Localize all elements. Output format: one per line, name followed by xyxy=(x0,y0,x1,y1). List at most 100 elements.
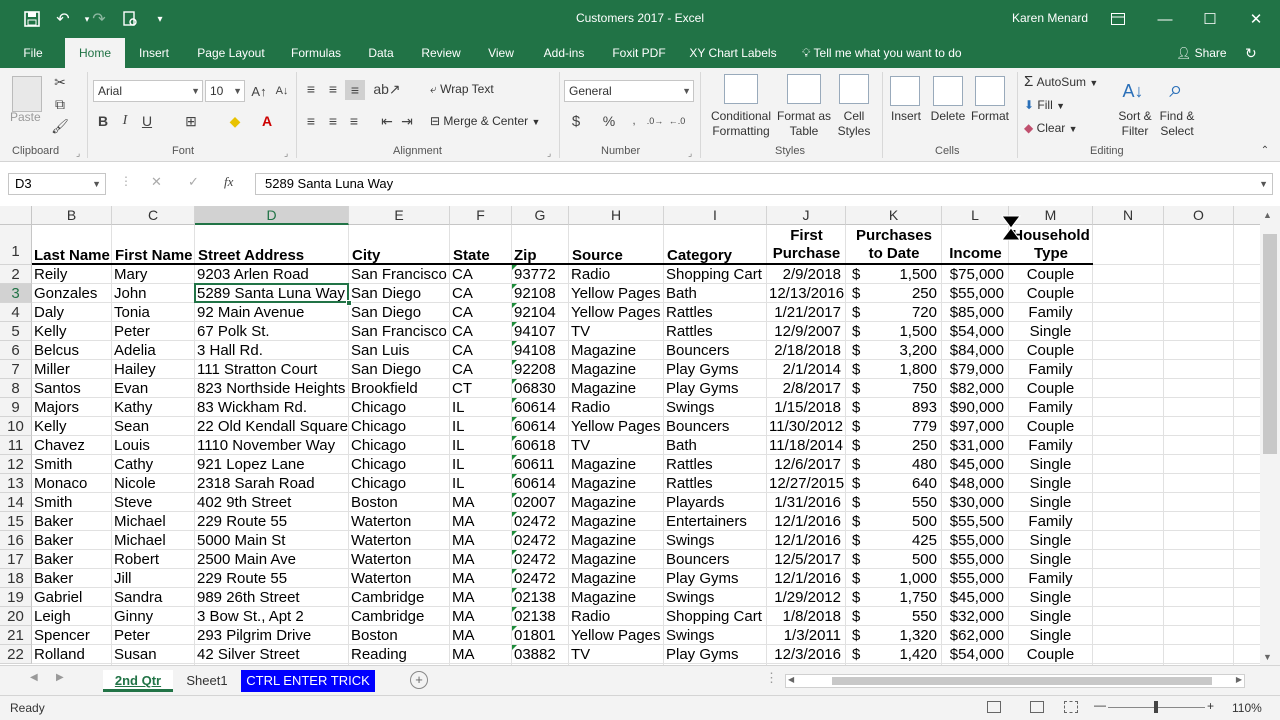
cell-first[interactable]: John xyxy=(112,284,194,303)
cell-zip[interactable]: 02138 xyxy=(512,588,568,607)
error-indicator-icon[interactable] xyxy=(512,417,517,422)
user-name[interactable]: Karen Menard xyxy=(1012,11,1088,25)
vertical-scroll-thumb[interactable] xyxy=(1263,234,1277,454)
cell-date[interactable]: 12/3/2016 xyxy=(767,645,845,664)
cell-source[interactable]: Radio xyxy=(569,398,663,417)
error-indicator-icon[interactable] xyxy=(512,588,517,593)
sort-filter-button[interactable]: Sort & Filter xyxy=(1113,109,1157,139)
cell-date[interactable]: 11/18/2014 xyxy=(767,436,845,455)
column-header[interactable]: G xyxy=(512,206,569,225)
cell-income[interactable]: $45,000 xyxy=(942,588,1008,607)
cell-last[interactable]: Spencer xyxy=(32,626,111,645)
cell-category[interactable]: Rattles xyxy=(664,303,766,322)
cell-income[interactable]: $30,000 xyxy=(942,493,1008,512)
cell-category[interactable]: Play Gyms xyxy=(664,569,766,588)
fill-color-icon[interactable]: ◆ xyxy=(226,112,244,130)
font-color-icon[interactable]: A xyxy=(258,112,276,130)
error-indicator-icon[interactable] xyxy=(512,626,517,631)
cell-source[interactable]: Magazine xyxy=(569,360,663,379)
cell-income[interactable]: $82,000 xyxy=(942,379,1008,398)
cell-zip[interactable]: 60614 xyxy=(512,474,568,493)
cell-source[interactable]: Yellow Pages xyxy=(569,626,663,645)
cell-city[interactable]: Waterton xyxy=(349,550,449,569)
tab-formulas[interactable]: Formulas xyxy=(284,38,348,68)
row-header[interactable]: 22 xyxy=(0,645,32,664)
row-header[interactable]: 8 xyxy=(0,379,32,398)
tab-add-ins[interactable]: Add-ins xyxy=(536,38,592,68)
cell-category[interactable]: Bouncers xyxy=(664,341,766,360)
cell-city[interactable]: Chicago xyxy=(349,436,449,455)
cell-zip[interactable]: 92104 xyxy=(512,303,568,322)
sheet-tab-2nd-qtr[interactable]: 2nd Qtr xyxy=(103,670,173,692)
column-header[interactable] xyxy=(1234,206,1260,225)
cell-category[interactable]: Shopping Cart C xyxy=(664,607,766,626)
cell-first[interactable]: Sean xyxy=(112,417,194,436)
grow-font-icon[interactable]: A↑ xyxy=(250,82,268,100)
cell-type[interactable]: Couple xyxy=(1009,417,1092,436)
cell-zip[interactable]: 94108 xyxy=(512,341,568,360)
cell-source[interactable]: TV xyxy=(569,436,663,455)
cell-type[interactable]: Single xyxy=(1009,531,1092,550)
row-header[interactable]: 7 xyxy=(0,360,32,379)
cell-source[interactable]: Magazine xyxy=(569,379,663,398)
cell-state[interactable]: MA xyxy=(450,512,511,531)
cell-zip[interactable]: 94107 xyxy=(512,322,568,341)
cell-first[interactable]: Michael xyxy=(112,512,194,531)
cell-street[interactable]: 402 9th Street xyxy=(195,493,348,512)
error-indicator-icon[interactable] xyxy=(512,493,517,498)
tab-data[interactable]: Data xyxy=(362,38,400,68)
align-middle-icon[interactable]: ≡ xyxy=(324,80,342,98)
cell-state[interactable]: IL xyxy=(450,417,511,436)
error-indicator-icon[interactable] xyxy=(512,474,517,479)
cell-type[interactable]: Single xyxy=(1009,493,1092,512)
minimize-icon[interactable]: — xyxy=(1145,0,1185,38)
cell-last[interactable]: Majors xyxy=(32,398,111,417)
column-header[interactable]: J xyxy=(767,206,846,225)
cell-zip[interactable]: 06830 xyxy=(512,379,568,398)
cell-source[interactable]: Magazine xyxy=(569,512,663,531)
cell-category[interactable]: Swings xyxy=(664,626,766,645)
row-header[interactable]: 2 xyxy=(0,265,32,284)
cell-income[interactable]: $55,000 xyxy=(942,550,1008,569)
cell-last[interactable]: Belcus xyxy=(32,341,111,360)
error-indicator-icon[interactable] xyxy=(512,512,517,517)
increase-decimal-icon[interactable]: .0→ xyxy=(646,112,664,130)
error-indicator-icon[interactable] xyxy=(512,265,517,270)
cut-icon[interactable]: ✂ xyxy=(52,74,68,90)
cell-first[interactable]: Cathy xyxy=(112,455,194,474)
cell-last[interactable]: Baker xyxy=(32,531,111,550)
column-header[interactable]: F xyxy=(450,206,512,225)
cell-category[interactable]: Bouncers xyxy=(664,550,766,569)
font-size-combo[interactable]: 10 ▼ xyxy=(205,80,245,102)
row-header[interactable]: 1 xyxy=(0,225,32,265)
cell-zip[interactable]: 93772 xyxy=(512,265,568,284)
cell-date[interactable]: 2/9/2018 xyxy=(767,265,845,284)
cell-type[interactable]: Couple xyxy=(1009,379,1092,398)
enter-icon[interactable]: ✓ xyxy=(188,174,199,190)
column-header[interactable]: O xyxy=(1164,206,1234,225)
font-name-combo[interactable]: Arial ▼ xyxy=(93,80,203,102)
cell-first[interactable]: Adelia xyxy=(112,341,194,360)
cell-category[interactable]: Swings xyxy=(664,531,766,550)
cell-zip[interactable]: 02007 xyxy=(512,493,568,512)
scroll-right-icon[interactable]: ▶ xyxy=(1236,675,1242,684)
column-header[interactable]: H xyxy=(569,206,664,225)
tab-file[interactable]: File xyxy=(12,38,54,68)
cell-street[interactable]: 3 Hall Rd. xyxy=(195,341,348,360)
error-indicator-icon[interactable] xyxy=(512,360,517,365)
cell-first[interactable]: Mary xyxy=(112,265,194,284)
cell-date[interactable]: 1/15/2018 xyxy=(767,398,845,417)
row-header[interactable]: 5 xyxy=(0,322,32,341)
cell-date[interactable]: 12/27/2015 xyxy=(767,474,845,493)
cell-street[interactable]: 989 26th Street xyxy=(195,588,348,607)
cell-last[interactable]: Gonzales xyxy=(32,284,111,303)
cancel-icon[interactable]: ✕ xyxy=(151,174,162,190)
cell-street[interactable]: 5289 Santa Luna Way xyxy=(195,284,348,303)
decrease-decimal-icon[interactable]: ←.0 xyxy=(668,112,686,130)
cell-date[interactable]: 12/1/2016 xyxy=(767,569,845,588)
cell-street[interactable]: 67 Polk St. xyxy=(195,322,348,341)
cell-state[interactable]: IL xyxy=(450,398,511,417)
cell-last[interactable]: Daly xyxy=(32,303,111,322)
cell-first[interactable]: Kathy xyxy=(112,398,194,417)
tab-insert[interactable]: Insert xyxy=(132,38,176,68)
